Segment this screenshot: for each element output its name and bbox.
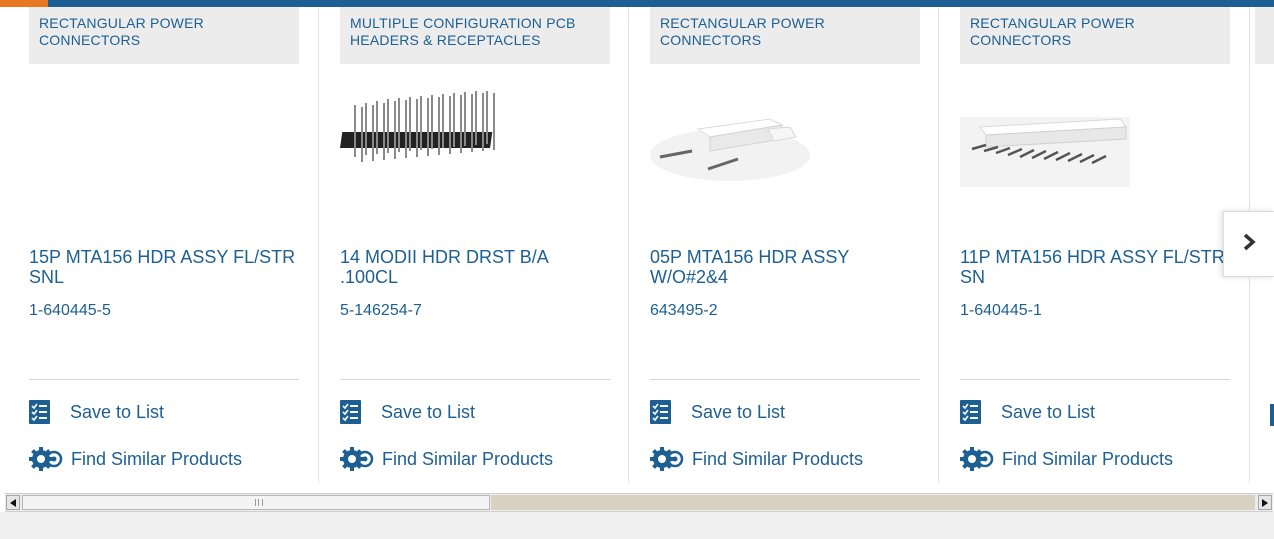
save-to-list-button[interactable]: Save to List bbox=[650, 400, 785, 424]
checklist-icon bbox=[960, 400, 981, 424]
card-divider bbox=[340, 379, 610, 380]
scrollbar-thumb[interactable] bbox=[22, 495, 490, 510]
product-image[interactable] bbox=[960, 77, 1230, 217]
scrollbar-grip bbox=[255, 499, 263, 506]
card-separator bbox=[628, 7, 629, 483]
card-separator bbox=[938, 7, 939, 483]
category-label[interactable]: RECTANGULAR POWER CONNECTORS bbox=[29, 7, 299, 64]
product-title[interactable]: 15P MTA156 HDR ASSY FL/STR SNL bbox=[29, 247, 299, 287]
card-divider bbox=[650, 379, 920, 380]
checklist-icon bbox=[29, 400, 50, 424]
gears-icon bbox=[29, 447, 65, 471]
save-to-list-label: Save to List bbox=[381, 401, 476, 422]
horizontal-scrollbar[interactable] bbox=[5, 493, 1273, 512]
save-to-list-button[interactable]: Save to List bbox=[29, 400, 164, 424]
category-label[interactable]: RECTANGULAR POWER CONNECTORS bbox=[960, 7, 1230, 64]
product-card: MULTIPLE CONFIGURATION PCB HEADERS & REC… bbox=[340, 7, 610, 483]
checklist-icon bbox=[650, 400, 671, 424]
white-header-long-image bbox=[960, 117, 1130, 187]
save-to-list-button[interactable]: Save to List bbox=[340, 400, 475, 424]
gears-icon bbox=[340, 447, 376, 471]
product-card: RECTANGULAR POWER CONNECTORS 15P MTA156 … bbox=[29, 7, 299, 483]
category-label[interactable]: MULTIPLE CONFIGURATION PCB HEADERS & REC… bbox=[340, 7, 610, 64]
find-similar-button[interactable]: Find Similar Products bbox=[650, 447, 863, 471]
find-similar-label: Find Similar Products bbox=[1002, 448, 1174, 469]
top-accent-bar bbox=[0, 0, 1274, 7]
carousel-next-button[interactable] bbox=[1223, 211, 1274, 277]
gears-icon bbox=[960, 447, 996, 471]
find-similar-button[interactable]: Find Similar Products bbox=[340, 447, 553, 471]
product-card: RECTANGULAR POWER CONNECTORS 05P MTA156 … bbox=[650, 7, 920, 483]
find-similar-button[interactable]: Find Similar Products bbox=[29, 447, 242, 471]
save-to-list-label: Save to List bbox=[691, 401, 786, 422]
part-number[interactable]: 643495-2 bbox=[650, 302, 718, 320]
gears-icon bbox=[650, 447, 686, 471]
product-title[interactable]: 14 MODII HDR DRST B/A .100CL bbox=[340, 247, 610, 287]
card-divider bbox=[960, 379, 1230, 380]
scroll-right-button[interactable] bbox=[1258, 495, 1272, 510]
product-card: RECTANGULAR POWER CONNECTORS 11P MTA156 … bbox=[960, 7, 1230, 483]
top-accent-orange bbox=[0, 0, 48, 7]
white-header-image bbox=[650, 118, 810, 181]
find-similar-label: Find Similar Products bbox=[692, 448, 864, 469]
triangle-right-icon bbox=[1262, 498, 1268, 507]
pin-header-image bbox=[340, 91, 495, 162]
product-image[interactable] bbox=[340, 77, 610, 217]
save-to-list-button[interactable]: Save to List bbox=[960, 400, 1095, 424]
next-card-category-slice bbox=[1255, 7, 1274, 64]
product-title[interactable]: 05P MTA156 HDR ASSY W/O#2&4 bbox=[650, 247, 920, 287]
scrollbar-track[interactable] bbox=[491, 495, 1255, 510]
save-to-list-label: Save to List bbox=[70, 401, 165, 422]
find-similar-label: Find Similar Products bbox=[382, 448, 554, 469]
part-number[interactable]: 5-146254-7 bbox=[340, 302, 422, 320]
product-image[interactable] bbox=[29, 77, 299, 217]
save-to-list-label: Save to List bbox=[1001, 401, 1096, 422]
find-similar-button[interactable]: Find Similar Products bbox=[960, 447, 1173, 471]
card-separator bbox=[318, 7, 319, 483]
product-title[interactable]: 11P MTA156 HDR ASSY FL/STR SN bbox=[960, 247, 1230, 287]
next-card-save-slice bbox=[1270, 404, 1274, 426]
find-similar-label: Find Similar Products bbox=[71, 448, 243, 469]
card-divider bbox=[29, 379, 299, 380]
part-number[interactable]: 1-640445-1 bbox=[960, 302, 1042, 320]
bottom-panel bbox=[0, 512, 1274, 539]
product-carousel: RECTANGULAR POWER CONNECTORS 15P MTA156 … bbox=[0, 7, 1274, 483]
part-number[interactable]: 1-640445-5 bbox=[29, 302, 111, 320]
product-image[interactable] bbox=[650, 77, 920, 217]
category-label[interactable]: RECTANGULAR POWER CONNECTORS bbox=[650, 7, 920, 64]
triangle-left-icon bbox=[10, 498, 16, 507]
chevron-right-icon bbox=[1242, 233, 1256, 256]
checklist-icon bbox=[340, 400, 361, 424]
scroll-left-button[interactable] bbox=[6, 495, 20, 510]
